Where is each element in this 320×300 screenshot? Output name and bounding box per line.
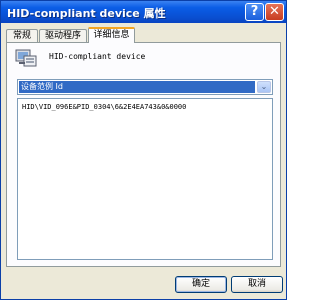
- help-icon: ?: [250, 4, 259, 19]
- tab-driver[interactable]: 驱动程序: [39, 29, 87, 42]
- tab-general[interactable]: 常规: [6, 29, 38, 42]
- device-name: HID-compliant device: [49, 52, 146, 61]
- window-title: HID-compliant device 属性: [7, 7, 166, 20]
- close-button[interactable]: ✕: [265, 3, 284, 21]
- title-bar[interactable]: HID-compliant device 属性 ? ✕: [1, 1, 286, 23]
- dropdown-button[interactable]: ⌄: [257, 81, 271, 93]
- properties-dialog: HID-compliant device 属性 ? ✕ 常规 驱动程序 详细信息…: [0, 0, 287, 300]
- hid-device-icon: [15, 49, 37, 67]
- value-list[interactable]: HID\VID_096E&PID_0304\6&2E4EA743&0&0000: [17, 98, 273, 260]
- cancel-button[interactable]: 取消: [231, 276, 283, 293]
- close-icon: ✕: [269, 4, 280, 19]
- tab-details[interactable]: 详细信息: [88, 27, 135, 43]
- help-button[interactable]: ?: [245, 3, 264, 21]
- list-item[interactable]: HID\VID_096E&PID_0304\6&2E4EA743&0&0000: [22, 103, 186, 111]
- chevron-down-icon: ⌄: [260, 82, 268, 91]
- property-dropdown[interactable]: 设备范例 Id ⌄: [17, 79, 273, 95]
- ok-button[interactable]: 确定: [175, 276, 227, 293]
- property-dropdown-value: 设备范例 Id: [19, 81, 255, 93]
